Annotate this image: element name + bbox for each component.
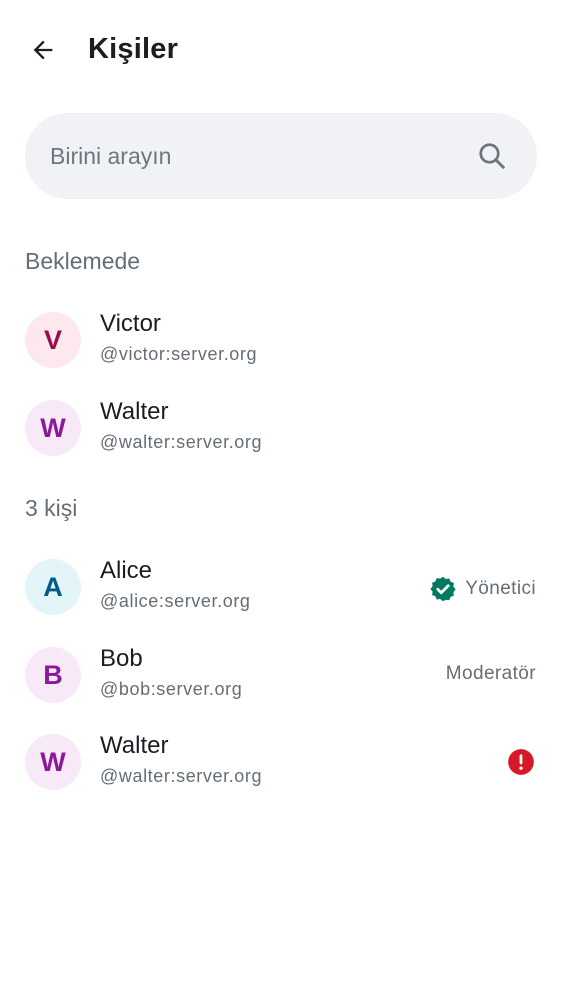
page-title: Kişiler: [88, 33, 179, 65]
member-user-id: @alice:server.org: [100, 591, 251, 611]
avatar: B: [25, 647, 81, 703]
member-name: Walter: [100, 398, 169, 425]
member-row[interactable]: A Alice @alice:server.org Yönetici: [0, 545, 562, 631]
member-row[interactable]: B Bob @bob:server.org Moderatör: [0, 633, 562, 719]
member-name: Alice: [100, 557, 153, 584]
search-input[interactable]: [50, 113, 470, 199]
verified-badge-icon: [430, 576, 456, 602]
role-label: Yönetici: [465, 578, 536, 599]
back-button[interactable]: [21, 28, 65, 72]
member-user-id: @bob:server.org: [100, 679, 243, 699]
avatar: W: [25, 734, 81, 790]
member-user-id: @walter:server.org: [100, 432, 263, 452]
arrow-left-icon: [33, 40, 53, 60]
member-user-id: @victor:server.org: [100, 344, 258, 364]
member-row[interactable]: W Walter @walter:server.org: [0, 720, 562, 806]
role-badge-moderator: Moderatör: [446, 663, 536, 685]
member-user-id: @walter:server.org: [100, 766, 263, 786]
member-name: Bob: [100, 645, 143, 672]
member-row[interactable]: V Victor @victor:server.org: [0, 298, 562, 384]
section-header-pending: Beklemede: [25, 248, 141, 274]
avatar: W: [25, 400, 81, 456]
section-header-members: 3 kişi: [25, 495, 78, 521]
search-bar[interactable]: [25, 113, 537, 199]
error-icon: [508, 749, 534, 775]
avatar: A: [25, 559, 81, 615]
member-name: Walter: [100, 732, 169, 759]
member-name: Victor: [100, 310, 161, 337]
role-badge-admin: Yönetici: [429, 575, 536, 603]
avatar: V: [25, 312, 81, 368]
search-icon[interactable]: [477, 141, 507, 171]
member-row[interactable]: W Walter @walter:server.org: [0, 386, 562, 472]
role-label: Moderatör: [445, 663, 536, 684]
top-app-bar: Kişiler: [0, 0, 562, 100]
